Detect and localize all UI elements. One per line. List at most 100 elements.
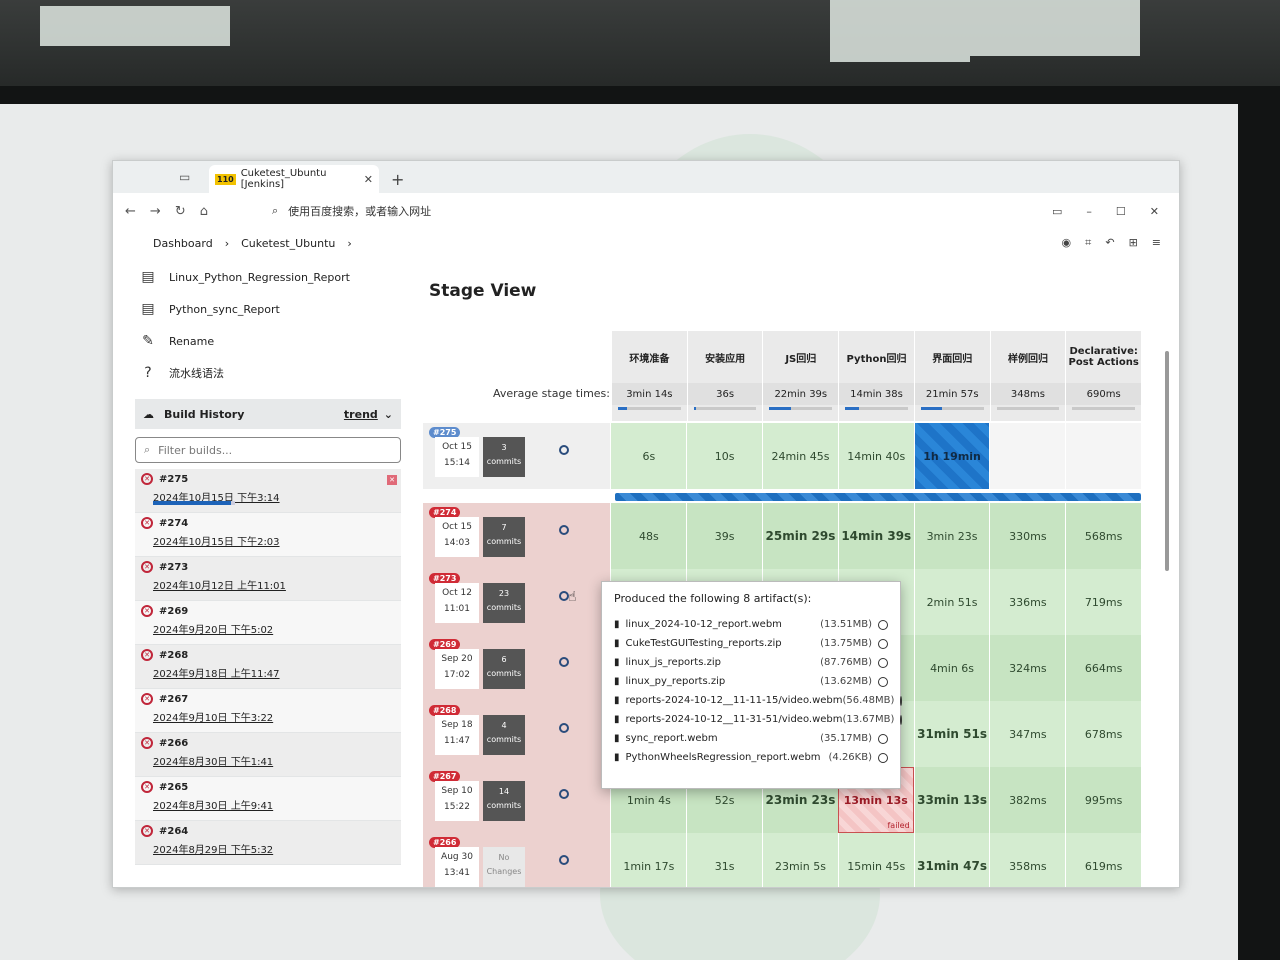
trend-link[interactable]: trend <box>344 408 378 421</box>
crop-icon[interactable]: ⌗ <box>1085 236 1091 250</box>
build-id[interactable]: #267 <box>159 694 188 705</box>
build-date[interactable]: 2024年9月18日 上午11:47 <box>141 665 395 680</box>
artifact-name[interactable]: sync_report.webm <box>626 733 821 744</box>
run-commits[interactable]: 6 commits <box>483 649 525 689</box>
build-item[interactable]: ✕ #275 2024年10月15日 下午3:14 ✕ <box>135 469 401 513</box>
artifact-item[interactable]: ▮ linux_js_reports.zip (87.76MB) <box>614 653 888 672</box>
artifact-name[interactable]: reports-2024-10-12__11-11-15/video.webm <box>626 695 843 706</box>
stage-cell[interactable]: 15min 45s <box>837 833 914 887</box>
breadcrumb-dashboard[interactable]: Dashboard <box>153 237 213 250</box>
stage-cell[interactable]: 14min 40s <box>837 423 914 489</box>
stage-cell[interactable]: 31s <box>686 833 763 887</box>
artifact-name[interactable]: PythonWheelsRegression_report.webm <box>626 752 829 763</box>
stage-cell[interactable]: 664ms <box>1065 635 1142 701</box>
forward-icon[interactable]: → <box>150 204 161 219</box>
close-window-icon[interactable]: ✕ <box>1150 205 1159 218</box>
close-tab-icon[interactable]: ✕ <box>364 173 373 186</box>
window-icon[interactable]: ▭ <box>1052 205 1062 218</box>
build-item[interactable]: ✕ #268 2024年9月18日 上午11:47 <box>135 645 401 689</box>
sidebar-link-python-sync-report[interactable]: ▤ Python_sync_Report <box>135 293 401 325</box>
build-id[interactable]: #266 <box>159 738 188 749</box>
cancel-build-icon[interactable]: ✕ <box>387 475 397 485</box>
stage-cell[interactable]: 48s <box>610 503 687 569</box>
build-id[interactable]: #274 <box>159 518 188 529</box>
artifacts-icon[interactable] <box>559 525 569 535</box>
build-id[interactable]: #275 <box>159 474 188 485</box>
address-input[interactable]: ⌕ 使用百度搜索，或者输入网址 <box>272 199 882 223</box>
stage-cell[interactable]: 382ms <box>989 767 1066 833</box>
filter-builds-input[interactable]: ⌕ Filter builds... <box>135 437 401 463</box>
stage-cell[interactable]: 6s <box>610 423 687 489</box>
breadcrumb-job[interactable]: Cuketest_Ubuntu <box>241 237 335 250</box>
build-id[interactable]: #273 <box>159 562 188 573</box>
artifacts-icon[interactable] <box>559 657 569 667</box>
stage-cell[interactable]: 336ms <box>989 569 1066 635</box>
stage-cell[interactable]: 10s <box>686 423 763 489</box>
build-date[interactable]: 2024年8月30日 上午9:41 <box>141 797 395 812</box>
run-commits[interactable]: 7 commits <box>483 517 525 557</box>
view-icon[interactable] <box>878 676 888 687</box>
stage-cell[interactable]: 347ms <box>989 701 1066 767</box>
build-item[interactable]: ✕ #274 2024年10月15日 下午2:03 <box>135 513 401 557</box>
artifact-item[interactable]: ▮ linux_2024-10-12_report.webm (13.51MB) <box>614 615 888 634</box>
build-id[interactable]: #268 <box>159 650 188 661</box>
view-icon[interactable] <box>878 657 888 668</box>
artifact-item[interactable]: ▮ sync_report.webm (35.17MB) <box>614 729 888 748</box>
stage-cell[interactable]: 358ms <box>989 833 1066 887</box>
build-item[interactable]: ✕ #267 2024年9月10日 下午3:22 <box>135 689 401 733</box>
page-scrollbar[interactable] <box>1165 351 1169 571</box>
sidebar-link-linux-report[interactable]: ▤ Linux_Python_Regression_Report <box>135 261 401 293</box>
view-icon[interactable] <box>878 752 888 763</box>
build-id[interactable]: #265 <box>159 782 188 793</box>
artifacts-icon[interactable] <box>559 445 569 455</box>
artifacts-icon[interactable] <box>559 855 569 865</box>
minimize-icon[interactable]: – <box>1086 205 1092 218</box>
artifacts-icon[interactable] <box>559 789 569 799</box>
stage-cell-running[interactable]: 1h 19min <box>913 423 990 489</box>
sidebar-link-rename[interactable]: ✎ Rename <box>135 325 401 357</box>
stage-cell[interactable]: 2min 51s <box>913 569 990 635</box>
artifact-item[interactable]: ▮ CukeTestGUITesting_reports.zip (13.75MB) <box>614 634 888 653</box>
stage-cell[interactable]: 678ms <box>1065 701 1142 767</box>
run-commits[interactable]: 23 commits <box>483 583 525 623</box>
new-tab-icon[interactable]: + <box>391 170 404 193</box>
artifact-item[interactable]: ▮ PythonWheelsRegression_report.webm (4.26… <box>614 748 888 767</box>
home-icon[interactable]: ⌂ <box>200 204 208 219</box>
undo-icon[interactable]: ↶ <box>1105 236 1114 250</box>
view-icon[interactable] <box>878 619 888 630</box>
stage-cell[interactable]: 330ms <box>989 503 1066 569</box>
extensions-icon[interactable]: ⊞ <box>1129 236 1138 250</box>
artifact-item[interactable]: ▮ reports-2024-10-12__11-31-51/video.webm… <box>614 710 903 729</box>
browser-tab[interactable]: 110 Cuketest_Ubuntu [Jenkins] ✕ <box>209 165 379 193</box>
build-date[interactable]: 2024年8月29日 下午5:32 <box>141 841 395 856</box>
stage-cell[interactable]: 24min 45s <box>762 423 838 489</box>
stage-cell[interactable]: 568ms <box>1065 503 1142 569</box>
build-item[interactable]: ✕ #269 2024年9月20日 下午5:02 <box>135 601 401 645</box>
stage-cell[interactable]: 31min 47s <box>913 833 990 887</box>
stage-cell[interactable]: 324ms <box>989 635 1066 701</box>
stage-cell[interactable]: 14min 39s <box>837 503 914 569</box>
stage-cell[interactable]: 23min 5s <box>762 833 838 887</box>
stage-cell[interactable]: 4min 6s <box>913 635 990 701</box>
build-date[interactable]: 2024年8月30日 下午1:41 <box>141 753 395 768</box>
run-commits[interactable]: 4 commits <box>483 715 525 755</box>
back-icon[interactable]: ← <box>125 204 136 219</box>
build-item[interactable]: ✕ #266 2024年8月30日 下午1:41 <box>135 733 401 777</box>
build-item[interactable]: ✕ #273 2024年10月12日 上午11:01 <box>135 557 401 601</box>
chevron-down-icon[interactable]: ⌄ <box>384 408 393 421</box>
artifacts-icon[interactable] <box>559 723 569 733</box>
artifact-name[interactable]: linux_py_reports.zip <box>626 676 821 687</box>
maximize-icon[interactable]: ☐ <box>1116 205 1126 218</box>
build-date[interactable]: 2024年10月15日 下午2:03 <box>141 533 395 548</box>
tab-list-icon[interactable]: ▭ <box>179 170 190 184</box>
view-icon[interactable] <box>878 733 888 744</box>
build-item[interactable]: ✕ #264 2024年8月29日 下午5:32 <box>135 821 401 865</box>
artifact-item[interactable]: ▮ linux_py_reports.zip (13.62MB) <box>614 672 888 691</box>
stage-cell[interactable]: 39s <box>686 503 763 569</box>
build-date[interactable]: 2024年9月10日 下午3:22 <box>141 709 395 724</box>
artifact-name[interactable]: linux_2024-10-12_report.webm <box>626 619 821 630</box>
view-icon[interactable] <box>878 638 888 649</box>
stage-cell[interactable]: 619ms <box>1065 833 1142 887</box>
build-date[interactable]: 2024年9月20日 下午5:02 <box>141 621 395 636</box>
artifact-name[interactable]: linux_js_reports.zip <box>626 657 821 668</box>
